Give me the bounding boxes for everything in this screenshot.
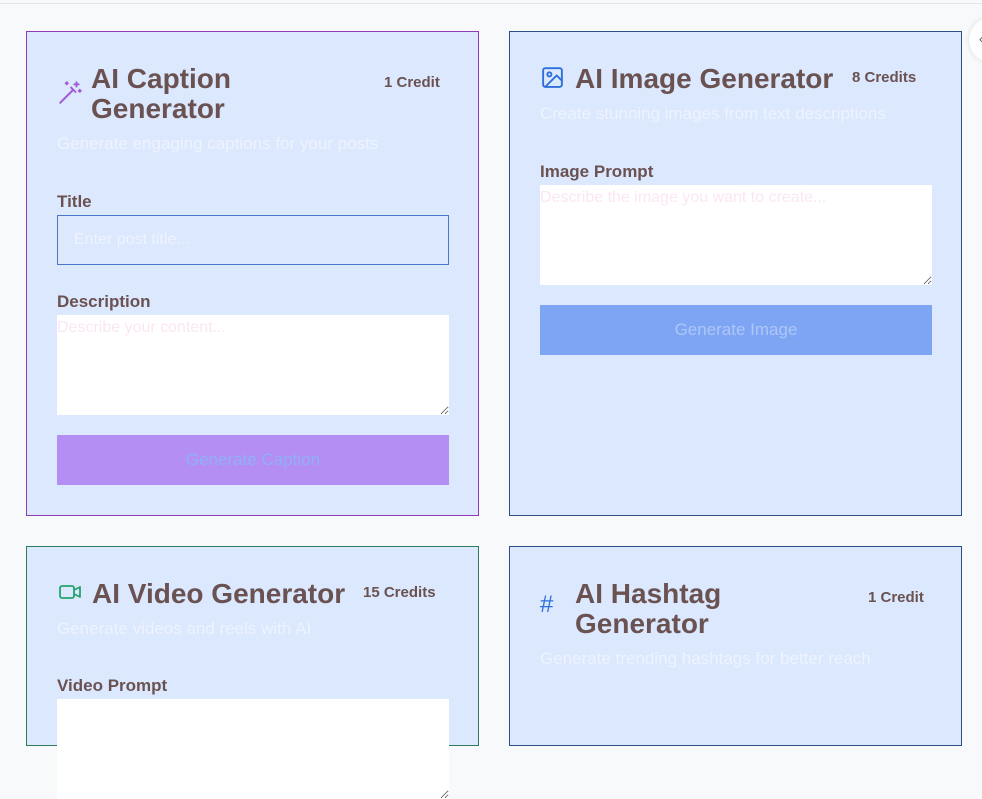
card-title: AI Hashtag Generator [575,578,722,639]
image-generator-card: AI Image Generator 8 Credits Create stun… [509,31,962,516]
card-subtitle: Create stunning images from text descrip… [540,104,886,123]
image-icon [542,67,563,88]
video-generator-card: AI Video Generator 15 Credits Generate v… [26,546,479,799]
credits-badge: 15 Credits [363,584,436,601]
video-prompt-textarea[interactable] [57,699,449,799]
card-title: AI Image Generator [575,63,834,94]
generate-caption-button[interactable]: Generate Caption [57,435,449,485]
image-prompt-textarea[interactable] [540,185,932,285]
generate-image-button[interactable]: Generate Image [540,305,932,355]
magic-wand-icon [59,81,82,104]
title-label: Title [57,192,92,211]
card-title: AI Video Generator [92,578,346,609]
credits-badge: 1 Credit [868,589,924,606]
floating-action-button[interactable]: ‹ [969,18,982,62]
video-camera-icon [59,585,81,599]
image-prompt-label: Image Prompt [540,162,654,181]
card-subtitle: Generate trending hashtags for better re… [540,649,871,668]
credits-badge: 8 Credits [852,69,917,86]
top-divider [0,3,982,4]
card-subtitle: Generate videos and reels with AI [57,619,312,638]
description-textarea[interactable] [57,315,449,415]
title-input[interactable] [57,215,449,265]
credits-badge: 1 Credit [384,74,440,91]
description-label: Description [57,292,151,311]
hashtag-generator-card: # AI Hashtag Generator 1 Credit Generate… [509,546,962,746]
caption-generator-card: AI Caption Generator 1 Credit Generate e… [26,31,479,516]
video-prompt-label: Video Prompt [57,676,168,695]
card-title: AI Caption Generator [91,63,231,124]
card-subtitle: Generate engaging captions for your post… [57,134,379,153]
hashtag-icon: # [540,591,554,618]
